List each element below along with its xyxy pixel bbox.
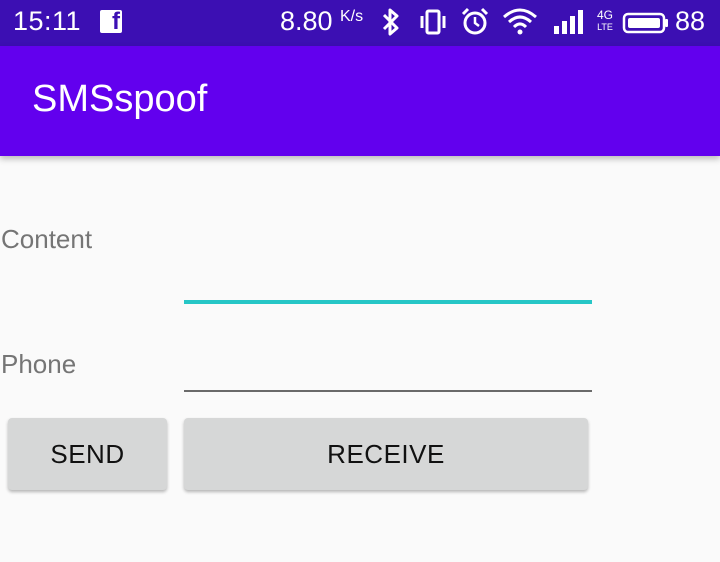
bluetooth-icon — [382, 8, 399, 36]
lte-top-label: 4G — [596, 8, 613, 22]
lte-icon: 4G LTE — [593, 9, 617, 33]
battery-icon — [622, 12, 668, 34]
vibrate-icon — [420, 9, 446, 35]
app-title: SMSspoof — [32, 78, 208, 120]
app-bar: SMSspoof — [0, 46, 720, 156]
status-time: 15:11 — [13, 6, 82, 36]
lte-bottom-label: LTE — [597, 22, 613, 32]
send-button[interactable]: SEND — [8, 418, 167, 490]
phone-label: Phone — [1, 349, 77, 379]
wifi-icon — [503, 8, 537, 35]
net-speed-unit: K/s — [340, 8, 364, 25]
alarm-icon — [461, 7, 489, 35]
signal-icon — [554, 10, 583, 34]
phone-input[interactable] — [184, 342, 592, 392]
content-label: Content — [1, 224, 93, 254]
facebook-icon: f — [100, 8, 122, 35]
battery-level: 88 — [675, 6, 706, 36]
receive-button[interactable]: RECEIVE — [184, 418, 588, 490]
status-bar: 15:11 f 8.80 K/s 4G LTE 88 — [0, 0, 720, 46]
content-input[interactable] — [184, 252, 592, 304]
net-speed: 8.80 — [280, 6, 333, 36]
